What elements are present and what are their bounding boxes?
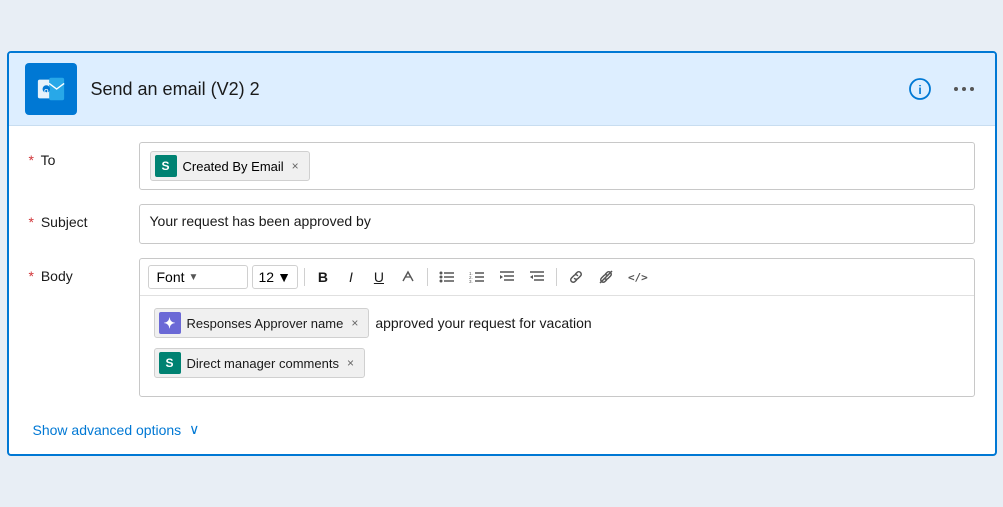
font-dropdown-arrow: ▼: [189, 272, 199, 283]
size-dropdown-arrow: ▼: [277, 269, 291, 285]
svg-text:i: i: [918, 83, 921, 97]
body-editor: Font ▼ 12 ▼ B I U: [139, 258, 975, 397]
to-row: * To S Created By Email ×: [29, 142, 975, 190]
editor-toolbar: Font ▼ 12 ▼ B I U: [140, 259, 974, 296]
card-body: * To S Created By Email × * Subject Your…: [9, 126, 995, 454]
font-size-select[interactable]: 12 ▼: [252, 265, 298, 289]
card-title: Send an email (V2) 2: [91, 79, 905, 100]
outlook-icon: O: [36, 74, 66, 104]
body-token-avatar-2: S: [159, 352, 181, 374]
to-token-close[interactable]: ×: [290, 160, 301, 172]
highlight-button[interactable]: [395, 266, 421, 288]
subject-value: Your request has been approved by: [150, 213, 371, 229]
body-label: * Body: [29, 258, 139, 284]
info-button[interactable]: i: [905, 74, 935, 104]
bold-button[interactable]: B: [311, 266, 335, 288]
header-actions: i: [905, 74, 979, 104]
required-star-subject: *: [29, 214, 34, 230]
body-token-avatar-1: ✦: [159, 312, 181, 334]
font-select[interactable]: Font ▼: [148, 265, 248, 289]
toolbar-sep-1: [304, 268, 305, 286]
to-token-avatar: S: [155, 155, 177, 177]
more-options-button[interactable]: [949, 81, 979, 97]
body-row: * Body Font ▼ 12 ▼ B I U: [29, 258, 975, 397]
underline-button[interactable]: U: [367, 266, 391, 288]
unlink-button[interactable]: [593, 266, 619, 288]
body-token-close-2[interactable]: ×: [345, 357, 356, 369]
link-button[interactable]: [563, 266, 589, 288]
body-token-text-1: Responses Approver name: [187, 316, 344, 331]
editor-line-1: ✦ Responses Approver name × approved you…: [154, 308, 960, 338]
to-token-chip: S Created By Email ×: [150, 151, 310, 181]
body-token-close-1[interactable]: ×: [349, 317, 360, 329]
code-button[interactable]: </>: [623, 268, 653, 287]
body-token-chip-2: S Direct manager comments ×: [154, 348, 365, 378]
font-label: Font: [157, 269, 185, 285]
subject-row: * Subject Your request has been approved…: [29, 204, 975, 244]
to-token-text: Created By Email: [183, 159, 284, 174]
required-star-to: *: [29, 152, 34, 168]
font-size-value: 12: [259, 269, 275, 285]
toolbar-sep-3: [556, 268, 557, 286]
editor-content[interactable]: ✦ Responses Approver name × approved you…: [140, 296, 974, 396]
app-icon-box: O: [25, 63, 77, 115]
required-star-body: *: [29, 268, 34, 284]
email-card: O Send an email (V2) 2 i: [7, 51, 997, 456]
body-token-chip-1: ✦ Responses Approver name ×: [154, 308, 370, 338]
toolbar-sep-2: [427, 268, 428, 286]
show-advanced-label: Show advanced options: [33, 422, 182, 438]
italic-button[interactable]: I: [339, 266, 363, 288]
svg-text:3.: 3.: [469, 279, 473, 284]
chevron-down-icon: ∨: [189, 421, 199, 438]
indent-button[interactable]: [494, 267, 520, 287]
unordered-list-button[interactable]: [434, 267, 460, 287]
subject-field[interactable]: Your request has been approved by: [139, 204, 975, 244]
to-field[interactable]: S Created By Email ×: [139, 142, 975, 190]
svg-text:O: O: [44, 89, 49, 95]
card-header: O Send an email (V2) 2 i: [9, 53, 995, 126]
ordered-list-button[interactable]: 1. 2. 3.: [464, 267, 490, 287]
body-inline-text-1: approved your request for vacation: [375, 315, 591, 331]
subject-label: * Subject: [29, 204, 139, 230]
body-token-text-2: Direct manager comments: [187, 356, 339, 371]
to-label: * To: [29, 142, 139, 168]
editor-line-2: S Direct manager comments ×: [154, 348, 960, 378]
outdent-button[interactable]: [524, 267, 550, 287]
show-advanced-button[interactable]: Show advanced options ∨: [29, 411, 204, 442]
